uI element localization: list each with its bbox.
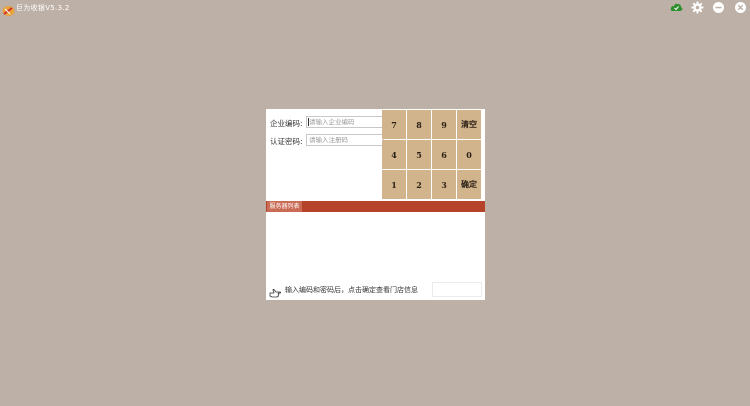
- auth-password-placeholder: 请输入注册码: [309, 136, 348, 144]
- company-code-input[interactable]: 请输入企业编码: [306, 116, 384, 128]
- key-1[interactable]: 1: [382, 170, 406, 199]
- tab-server-list[interactable]: 服务器列表: [267, 201, 302, 212]
- company-code-label: 企业编码:: [270, 119, 303, 128]
- company-code-placeholder: 请输入企业编码: [309, 118, 355, 126]
- login-panel: 企业编码: 请输入企业编码 认证密码: 请输入注册码 7 8 9 清空 4 5 …: [266, 109, 485, 300]
- server-list-header: 服务器列表: [266, 201, 485, 212]
- title-bar: 巨为收银V5.3.2: [0, 0, 750, 16]
- clear-button[interactable]: 清空: [457, 110, 481, 139]
- key-5[interactable]: 5: [407, 140, 431, 169]
- key-9[interactable]: 9: [432, 110, 456, 139]
- key-6[interactable]: 6: [432, 140, 456, 169]
- cloud-status-icon[interactable]: [670, 1, 683, 14]
- numeric-keypad: 7 8 9 清空 4 5 6 0 1 2 3 确定: [382, 110, 484, 201]
- app-logo-icon: [2, 2, 15, 16]
- auth-password-label: 认证密码:: [270, 137, 303, 146]
- key-0[interactable]: 0: [457, 140, 481, 169]
- auth-password-input[interactable]: 请输入注册码: [306, 134, 384, 146]
- gear-icon[interactable]: [691, 1, 704, 14]
- key-3[interactable]: 3: [432, 170, 456, 199]
- app-title: 巨为收银V5.3.2: [16, 4, 70, 12]
- confirm-button[interactable]: 确定: [457, 170, 481, 199]
- key-7[interactable]: 7: [382, 110, 406, 139]
- pointing-hand-icon: [269, 284, 282, 298]
- text-caret: [308, 118, 309, 126]
- close-icon[interactable]: [734, 1, 747, 14]
- key-8[interactable]: 8: [407, 110, 431, 139]
- server-list: [266, 212, 485, 280]
- hint-text: 输入编码和密码后，点击确定查看门店信息: [285, 286, 418, 294]
- hint-row: 输入编码和密码后，点击确定查看门店信息: [268, 282, 483, 298]
- store-info-box: [432, 282, 482, 297]
- key-4[interactable]: 4: [382, 140, 406, 169]
- key-2[interactable]: 2: [407, 170, 431, 199]
- minimize-icon[interactable]: [712, 1, 725, 14]
